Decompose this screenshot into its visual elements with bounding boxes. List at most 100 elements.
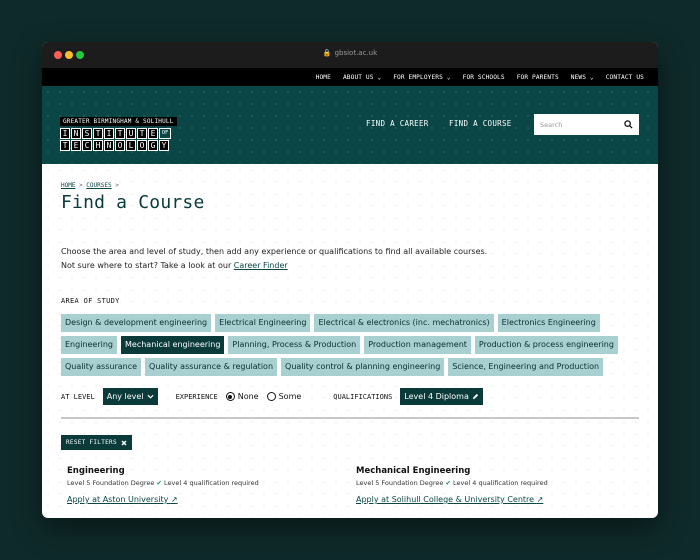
search-input[interactable] bbox=[540, 120, 610, 129]
chip-production-management[interactable]: Production management bbox=[364, 336, 471, 354]
nav-home[interactable]: HOME bbox=[316, 74, 331, 81]
area-of-study-label: AREA OF STUDY bbox=[61, 297, 120, 305]
chip-science-engineering-production[interactable]: Science, Engineering and Production bbox=[448, 358, 604, 376]
career-finder-link[interactable]: Career Finder bbox=[234, 261, 288, 270]
address-bar[interactable]: 🔒 gbsiot.ac.uk bbox=[42, 49, 658, 57]
course-title: Mechanical Engineering bbox=[356, 466, 471, 476]
chip-quality-assurance[interactable]: Quality assurance bbox=[61, 358, 142, 376]
course-requirement: Level 4 qualification required bbox=[453, 479, 548, 487]
external-link-icon: ↗ bbox=[536, 495, 544, 504]
breadcrumb: HOME > COURSES > bbox=[61, 182, 639, 189]
radio-selected-icon bbox=[225, 392, 235, 401]
close-icon bbox=[121, 440, 127, 445]
logo-letter: I bbox=[60, 128, 70, 139]
filter-row: AT LEVEL Any level EXPERIENCE None Some … bbox=[61, 388, 639, 405]
logo-letter: E bbox=[71, 140, 81, 151]
chip-quality-assurance-regulation[interactable]: Quality assurance & regulation bbox=[145, 358, 278, 376]
level-select-value: Any level bbox=[106, 392, 144, 401]
experience-label: EXPERIENCE bbox=[175, 392, 218, 401]
intro-line-1: Choose the area and level of study, then… bbox=[61, 247, 488, 256]
divider bbox=[61, 417, 639, 419]
nav-contact-us[interactable]: CONTACT US bbox=[606, 74, 644, 81]
url-text: gbsiot.ac.uk bbox=[334, 49, 378, 57]
lock-icon: 🔒 bbox=[322, 49, 332, 57]
reset-filters-button[interactable]: RESET FILTERS bbox=[61, 435, 132, 450]
search-icon[interactable] bbox=[624, 120, 633, 129]
logo-letter: T bbox=[137, 128, 147, 139]
chip-design-development-engineering[interactable]: Design & development engineering bbox=[61, 314, 212, 332]
experience-none-label: None bbox=[237, 392, 259, 401]
experience-some-radio[interactable]: Some bbox=[266, 392, 302, 401]
nav-for-schools[interactable]: FOR SCHOOLS bbox=[463, 74, 505, 81]
top-navigation: HOME ABOUT US ⌄ FOR EMPLOYERS ⌄ FOR SCHO… bbox=[42, 68, 658, 86]
logo-letter: T bbox=[60, 140, 70, 151]
browser-chrome: 🔒 gbsiot.ac.uk bbox=[42, 42, 658, 68]
qualifications-select[interactable]: Level 4 Diploma bbox=[400, 388, 483, 405]
course-meta: Level 5 Foundation Degree ✔ Level 4 qual… bbox=[67, 479, 350, 487]
nav-about-us[interactable]: ABOUT US ⌄ bbox=[343, 74, 381, 81]
logo-letter: N bbox=[71, 128, 81, 139]
site-logo[interactable]: GREATER BIRMINGHAM & SOLIHULL I N S T I … bbox=[60, 108, 177, 151]
course-meta: Level 5 Foundation Degree ✔ Level 4 qual… bbox=[356, 479, 639, 487]
nav-for-parents[interactable]: FOR PARENTS bbox=[517, 74, 559, 81]
area-of-study-chips: Design & development engineering Electri… bbox=[61, 314, 641, 376]
chip-production-process-engineering[interactable]: Production & process engineering bbox=[474, 336, 618, 354]
browser-window: 🔒 gbsiot.ac.uk HOME ABOUT US ⌄ FOR EMPLOY… bbox=[42, 42, 658, 518]
intro-line-2-text: Not sure where to start? Take a look at … bbox=[61, 261, 234, 270]
qualifications-value: Level 4 Diploma bbox=[404, 392, 469, 401]
page-title: Find a Course bbox=[61, 192, 205, 213]
logo-letter: O bbox=[137, 140, 147, 151]
logo-letter: U bbox=[126, 128, 136, 139]
logo-letter: Y bbox=[159, 140, 169, 151]
chip-engineering[interactable]: Engineering bbox=[61, 336, 117, 354]
checkmark-icon: ✔ bbox=[445, 479, 451, 487]
course-level: Level 5 Foundation Degree bbox=[356, 479, 444, 487]
course-level: Level 5 Foundation Degree bbox=[67, 479, 155, 487]
logo-row-technology: T E C H N O L O G Y bbox=[60, 140, 177, 151]
level-label: AT LEVEL bbox=[61, 392, 95, 401]
chip-planning-process-production[interactable]: Planning, Process & Production bbox=[228, 336, 361, 354]
find-a-career-link[interactable]: FIND A CAREER bbox=[366, 119, 429, 128]
experience-none-radio[interactable]: None bbox=[225, 392, 259, 401]
logo-letter: H bbox=[93, 140, 103, 151]
logo-letter: E bbox=[148, 128, 158, 139]
pencil-icon bbox=[472, 393, 478, 400]
chip-quality-control-planning[interactable]: Quality control & planning engineering bbox=[281, 358, 445, 376]
logo-letter: L bbox=[126, 140, 136, 151]
apply-link[interactable]: Apply at Solihull College & University C… bbox=[356, 495, 543, 504]
course-results: Engineering Level 5 Foundation Degree ✔ … bbox=[61, 466, 639, 506]
logo-letter: OF bbox=[159, 128, 171, 139]
logo-letter: T bbox=[93, 128, 103, 139]
logo-letter: G bbox=[148, 140, 158, 151]
experience-some-label: Some bbox=[278, 392, 302, 401]
find-a-course-link[interactable]: FIND A COURSE bbox=[449, 119, 512, 128]
level-select[interactable]: Any level bbox=[102, 388, 158, 405]
chip-electronics-engineering[interactable]: Electronics Engineering bbox=[497, 314, 600, 332]
reset-filters-label: RESET FILTERS bbox=[66, 439, 117, 446]
course-result: Mechanical Engineering Level 5 Foundatio… bbox=[350, 466, 639, 506]
logo-letter: I bbox=[104, 128, 114, 139]
external-link-icon: ↗ bbox=[170, 495, 178, 504]
chip-mechanical-engineering[interactable]: Mechanical engineering bbox=[121, 336, 225, 354]
main-content: HOME > COURSES > Find a Course Choose th… bbox=[42, 164, 658, 518]
apply-link-text: Apply at Solihull College & University C… bbox=[356, 495, 535, 504]
nav-news[interactable]: NEWS ⌄ bbox=[571, 74, 594, 81]
chip-electrical-engineering[interactable]: Electrical Engineering bbox=[215, 314, 311, 332]
nav-for-employers[interactable]: FOR EMPLOYERS ⌄ bbox=[393, 74, 450, 81]
logo-letter: N bbox=[104, 140, 114, 151]
logo-row-institute: I N S T I T U T E OF bbox=[60, 128, 177, 139]
radio-unselected-icon bbox=[266, 392, 276, 401]
breadcrumb-courses[interactable]: COURSES bbox=[86, 182, 111, 189]
course-result: Engineering Level 5 Foundation Degree ✔ … bbox=[61, 466, 350, 506]
intro-line-2: Not sure where to start? Take a look at … bbox=[61, 259, 639, 273]
logo-letter: C bbox=[82, 140, 92, 151]
breadcrumb-separator: > bbox=[75, 182, 87, 189]
chip-electrical-electronics[interactable]: Electrical & electronics (inc. mechatron… bbox=[314, 314, 494, 332]
intro-text: Choose the area and level of study, then… bbox=[61, 245, 639, 273]
site-header: GREATER BIRMINGHAM & SOLIHULL I N S T I … bbox=[42, 86, 658, 164]
breadcrumb-separator: > bbox=[111, 182, 119, 189]
breadcrumb-home[interactable]: HOME bbox=[61, 182, 75, 189]
apply-link[interactable]: Apply at Aston University ↗ bbox=[67, 495, 178, 504]
apply-link-text: Apply at Aston University bbox=[67, 495, 169, 504]
logo-letter: T bbox=[115, 128, 125, 139]
